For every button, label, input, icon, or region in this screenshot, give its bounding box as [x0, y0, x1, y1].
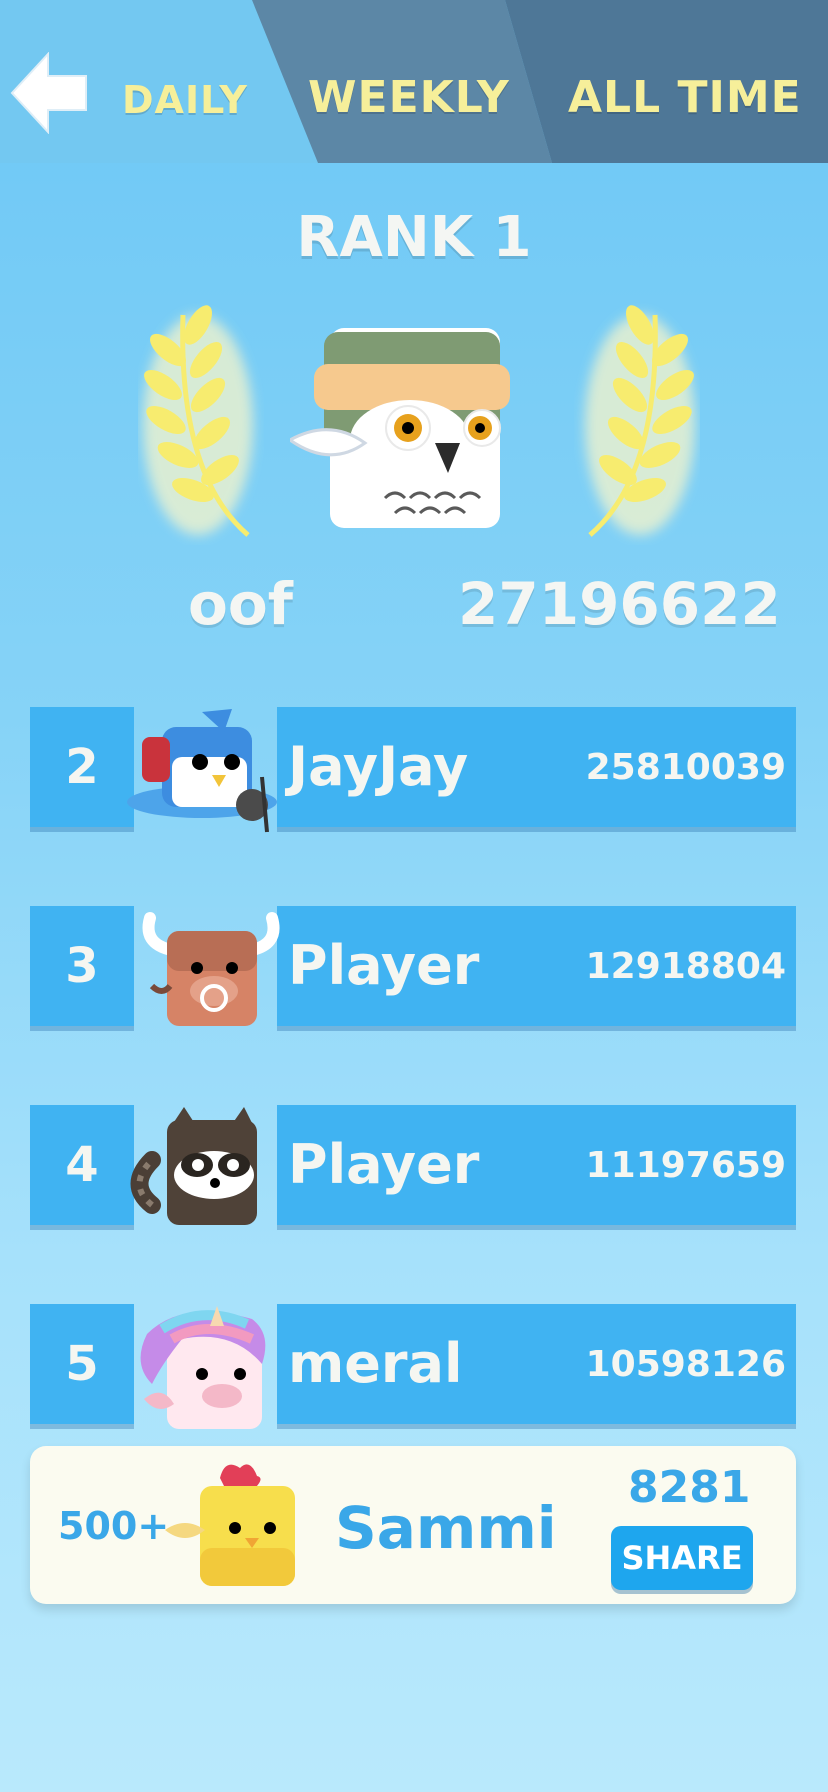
rank-1-title: RANK 1: [296, 205, 532, 270]
leaderboard-row[interactable]: 3 Player 12918804: [30, 906, 796, 1026]
leaderboard-row[interactable]: 4 Player 11197659: [30, 1105, 796, 1225]
player-score: 12918804: [585, 946, 786, 987]
player-score: 11197659: [585, 1145, 786, 1186]
tab-daily[interactable]: DAILY: [122, 78, 248, 122]
tab-weekly[interactable]: WEEKLY: [308, 72, 510, 123]
player-name: Player: [288, 934, 480, 997]
rank-number: 4: [30, 1105, 134, 1225]
player-name: meral: [288, 1332, 463, 1395]
current-player-card: 500+ Sammi 8281 SHARE: [30, 1446, 796, 1604]
current-player-rank: 500+: [58, 1504, 170, 1548]
laurel-left-icon: [138, 295, 268, 545]
share-button[interactable]: SHARE: [611, 1526, 753, 1590]
raccoon-avatar-icon: [122, 1105, 282, 1235]
champion-score: 27196622: [458, 570, 781, 638]
current-player-score: 8281: [628, 1462, 751, 1513]
unicorn-avatar-icon: [122, 1304, 282, 1434]
laurel-right-icon: [570, 295, 700, 545]
rank-number: 2: [30, 707, 134, 827]
bird-plane-avatar-icon: [122, 707, 282, 837]
leaderboard-row[interactable]: 5 meral 10598126: [30, 1304, 796, 1429]
player-score: 25810039: [585, 747, 786, 788]
rank-number: 5: [30, 1304, 134, 1424]
owl-avatar-icon: [287, 328, 510, 538]
back-arrow-icon[interactable]: [10, 52, 90, 134]
tab-bar: DAILY WEEKLY ALL TIME: [0, 0, 828, 163]
player-score: 10598126: [585, 1344, 786, 1385]
player-name: Player: [288, 1133, 480, 1196]
player-name: JayJay: [288, 735, 469, 798]
champion-name: oof: [188, 570, 293, 638]
chick-avatar-icon: [165, 1458, 315, 1596]
current-player-name: Sammi: [335, 1494, 557, 1562]
rank-number: 3: [30, 906, 134, 1026]
yak-avatar-icon: [122, 906, 282, 1036]
tab-all-time[interactable]: ALL TIME: [568, 72, 802, 123]
leaderboard-row[interactable]: 2 JayJay 25810039: [30, 707, 796, 833]
